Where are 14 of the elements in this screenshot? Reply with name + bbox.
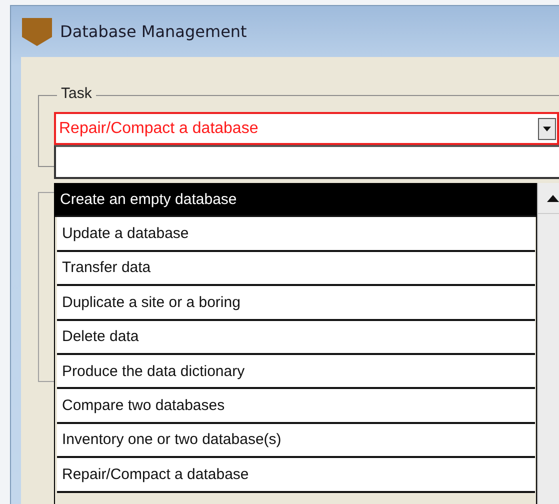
- dropdown-item[interactable]: Delete data: [57, 320, 535, 355]
- dropdown-item[interactable]: Repair/Compact a database: [57, 458, 535, 493]
- task-combo-box[interactable]: Repair/Compact a database: [54, 112, 559, 145]
- search-field[interactable]: [54, 145, 559, 179]
- window-title: Database Management: [60, 22, 247, 41]
- dropdown-item[interactable]: Inventory one or two database(s): [57, 424, 535, 458]
- dropdown-item[interactable]: Produce the data dictionary: [57, 354, 535, 390]
- dropdown-item[interactable]: Transfer data: [57, 252, 535, 286]
- dropdown-item[interactable]: Compare two databases: [57, 389, 535, 424]
- scroll-up-icon[interactable]: [547, 194, 559, 202]
- dropdown-item[interactable]: Update a database: [57, 217, 535, 252]
- dropdown-item[interactable]: Create an empty database: [55, 183, 536, 218]
- dropdown-item[interactable]: Duplicate a site or a boring: [57, 286, 535, 321]
- app-icon: [22, 18, 52, 46]
